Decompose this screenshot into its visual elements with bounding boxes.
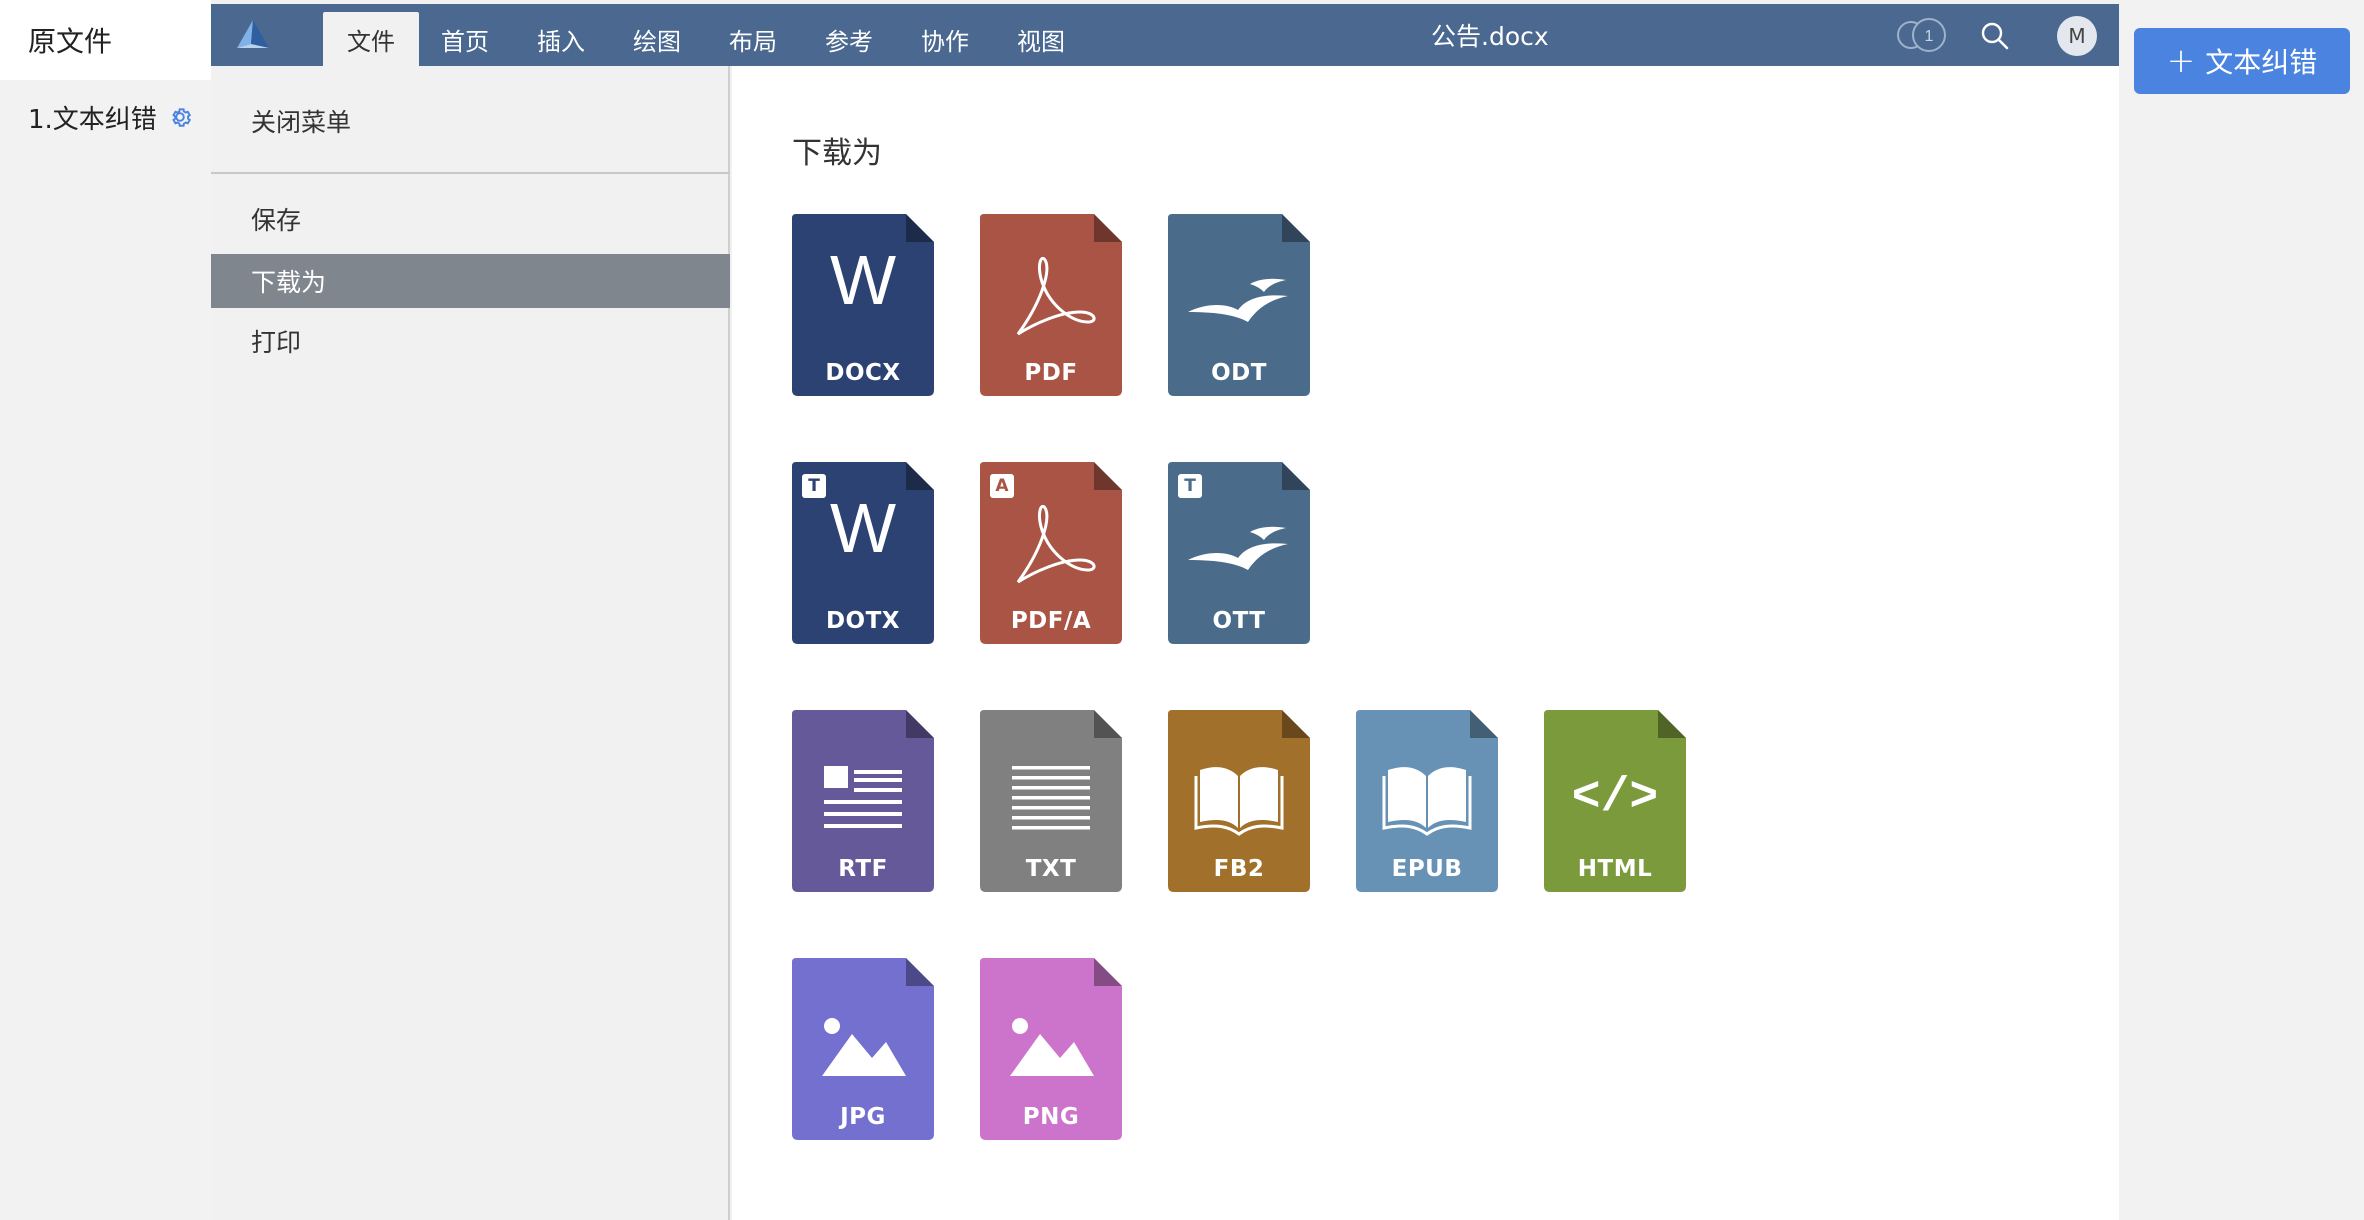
tab-insert[interactable]: 插入 [513,12,609,66]
document-title: 公告.docx [1431,22,1549,51]
editor-frame: 文件 首页 插入 绘图 布局 参考 协作 视图 公告.docx 1 M 关闭菜单… [211,0,2119,1220]
format-png-button[interactable]: PNG [980,958,1122,1140]
tab-collaboration[interactable]: 协作 [897,12,993,66]
app-logo-icon[interactable] [235,18,271,52]
format-label: DOTX [825,608,901,634]
tab-references[interactable]: 参考 [801,12,897,66]
add-text-correction-button[interactable]: + 文本纠错 [2134,28,2350,94]
format-label: PNG [1022,1104,1080,1130]
format-txt-button[interactable]: TXT [980,710,1122,892]
format-label: HTML [1577,856,1653,882]
users-count: 1 [1925,28,1934,45]
format-pdf-button[interactable]: PDF [980,214,1122,396]
template-badge: A [990,474,1014,498]
menu-item-print[interactable]: 打印 [211,314,730,368]
tab-home[interactable]: 首页 [417,12,513,66]
format-label: EPUB [1391,856,1463,882]
format-dotx-button[interactable]: W T DOTX [792,462,934,644]
format-pdf-a-button[interactable]: A PDF/A [980,462,1122,644]
format-docx-button[interactable]: W DOCX [792,214,934,396]
sidebar-item-label: 1.文本纠错 [28,104,157,135]
correction-panel: + 文本纠错 [2119,0,2364,1220]
download-panel: 下载为 W DOCX PDF ODT W T DOTX A PDF/A T OTT RTF TXT FB2… [732,66,2119,1220]
tab-view[interactable]: 视图 [993,12,1089,66]
menu-item-save[interactable]: 保存 [211,192,730,246]
format-label: RTF [838,856,888,882]
format-label: OTT [1212,608,1266,634]
format-rtf-button[interactable]: RTF [792,710,934,892]
format-ott-button[interactable]: T OTT [1168,462,1310,644]
svg-text:W: W [830,241,896,319]
format-html-button[interactable]: </> HTML [1544,710,1686,892]
search-icon[interactable] [1979,20,2011,52]
gear-icon[interactable] [167,104,193,130]
menu-divider [211,172,730,174]
format-label: PDF [1024,360,1078,386]
sidebar-header: 原文件 [0,0,211,80]
tab-draw[interactable]: 绘图 [609,12,705,66]
users-icon[interactable]: 1 [1891,16,1951,54]
format-epub-button[interactable]: EPUB [1356,710,1498,892]
template-badge: T [802,474,826,498]
menu-item-download-as[interactable]: 下载为 [211,254,730,308]
file-menu: 关闭菜单 保存 下载为 打印 [211,66,730,1220]
tab-file[interactable]: 文件 [323,12,419,66]
document-sidebar: 原文件 1.文本纠错 [0,0,211,1220]
close-menu-button[interactable]: 关闭菜单 [211,94,730,148]
tab-layout[interactable]: 布局 [705,12,801,66]
template-badge: T [1178,474,1202,498]
format-odt-button[interactable]: ODT [1168,214,1310,396]
format-label: FB2 [1213,856,1265,882]
format-label: ODT [1211,360,1267,386]
panel-title: 下载为 [792,136,882,171]
format-jpg-button[interactable]: JPG [792,958,934,1140]
sidebar-item-text-correction[interactable]: 1.文本纠错 [0,80,211,154]
format-label: PDF/A [1010,608,1092,634]
format-label: JPG [840,1104,886,1130]
editor-toolbar: 文件 首页 插入 绘图 布局 参考 协作 视图 公告.docx 1 M [211,4,2119,66]
format-fb2-button[interactable]: FB2 [1168,710,1310,892]
avatar[interactable]: M [2057,16,2097,56]
format-label: DOCX [825,360,901,386]
svg-text:</>: </> [1572,771,1658,825]
add-button-label: 文本纠错 [2205,46,2318,79]
svg-text:W: W [830,489,896,567]
format-label: TXT [1025,856,1077,882]
plus-icon: + [2166,41,2196,81]
